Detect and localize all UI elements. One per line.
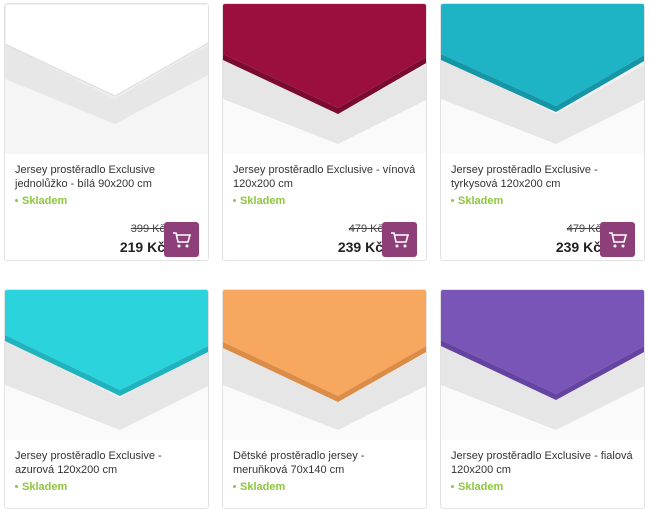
- stock-dot-icon: [451, 198, 454, 202]
- stock-status: Skladem: [233, 481, 285, 493]
- product-title[interactable]: Jersey prostěradlo Exclusive - fialová 1…: [451, 449, 639, 477]
- product-title[interactable]: Dětské prostěradlo jersey - meruňková 70…: [233, 449, 421, 477]
- stock-status: Skladem: [451, 195, 503, 207]
- product-image[interactable]: [223, 4, 426, 154]
- product-title[interactable]: Jersey prostěradlo Exclusive jednolůžko …: [15, 163, 203, 191]
- product-image[interactable]: [223, 290, 426, 440]
- old-price: 479 Kč: [566, 223, 601, 235]
- stock-dot-icon: [451, 484, 454, 488]
- product-title[interactable]: Jersey prostěradlo Exclusive - tyrkysová…: [451, 163, 639, 191]
- old-price: 399 Kč: [130, 223, 165, 235]
- product-image[interactable]: [5, 290, 208, 440]
- stock-dot-icon: [233, 198, 236, 202]
- add-to-cart-button[interactable]: [164, 222, 199, 257]
- product-title[interactable]: Jersey prostěradlo Exclusive - vínová 12…: [233, 163, 421, 191]
- product-card[interactable]: Jersey prostěradlo Exclusive - vínová 12…: [222, 3, 427, 261]
- product-image[interactable]: [5, 4, 208, 154]
- stock-dot-icon: [15, 484, 18, 488]
- cart-icon: [172, 231, 191, 247]
- product-card[interactable]: Jersey prostěradlo Exclusive - fialová 1…: [440, 289, 645, 509]
- price: 239 Kč: [337, 239, 383, 255]
- price: 219 Kč: [119, 239, 165, 255]
- product-card[interactable]: Jersey prostěradlo Exclusive jednolůžko …: [4, 3, 209, 261]
- product-card[interactable]: Jersey prostěradlo Exclusive - azurová 1…: [4, 289, 209, 509]
- add-to-cart-button[interactable]: [382, 222, 417, 257]
- stock-status: Skladem: [233, 195, 285, 207]
- product-card[interactable]: Dětské prostěradlo jersey - meruňková 70…: [222, 289, 427, 509]
- stock-dot-icon: [233, 484, 236, 488]
- cart-icon: [390, 231, 409, 247]
- price: 239 Kč: [555, 239, 601, 255]
- old-price: 479 Kč: [348, 223, 383, 235]
- product-title[interactable]: Jersey prostěradlo Exclusive - azurová 1…: [15, 449, 203, 477]
- stock-status: Skladem: [15, 195, 67, 207]
- product-image[interactable]: [441, 290, 644, 440]
- product-card[interactable]: Jersey prostěradlo Exclusive - tyrkysová…: [440, 3, 645, 261]
- stock-dot-icon: [15, 198, 18, 202]
- stock-status: Skladem: [451, 481, 503, 493]
- cart-icon: [608, 231, 627, 247]
- add-to-cart-button[interactable]: [600, 222, 635, 257]
- product-image[interactable]: [441, 4, 644, 154]
- stock-status: Skladem: [15, 481, 67, 493]
